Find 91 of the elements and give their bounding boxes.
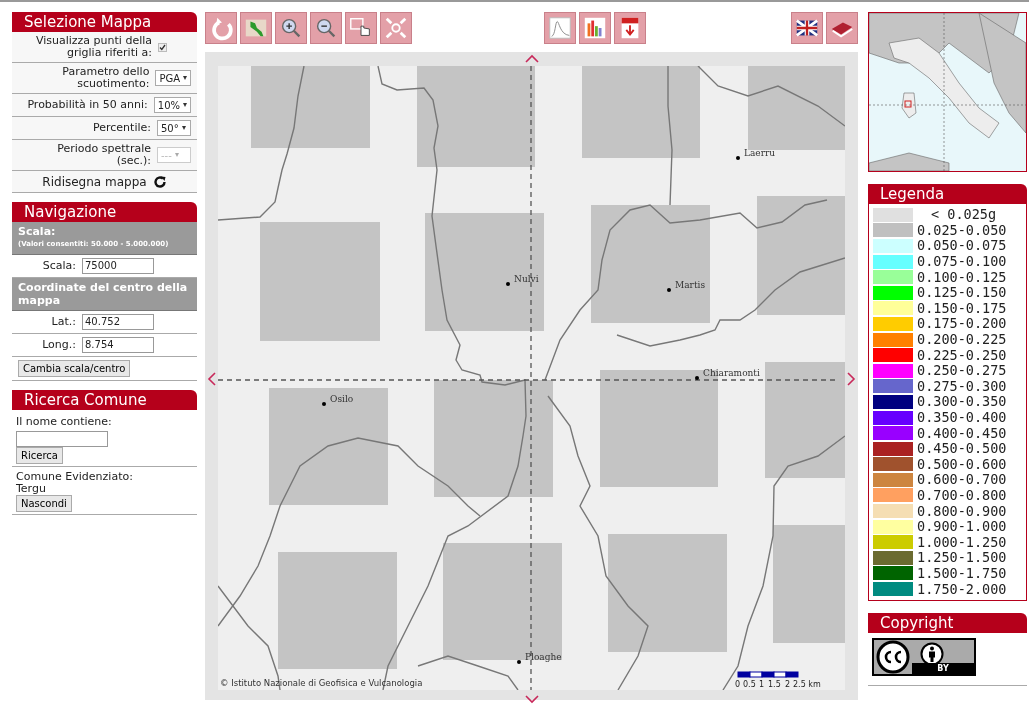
field-label: Lat.: <box>50 316 76 328</box>
town-label: Laerru <box>744 148 776 158</box>
zoom-in-button[interactable] <box>275 12 307 44</box>
hide-button[interactable]: Nascondi <box>16 495 72 512</box>
scale-label: 1.5 <box>768 680 781 689</box>
scale-label: 0.5 <box>743 680 756 689</box>
uk-flag-button[interactable] <box>791 12 823 44</box>
legend-label: 1.750-2.000 <box>917 581 1007 597</box>
pan-arrows-button[interactable] <box>380 12 412 44</box>
legend-label: 0.025-0.050 <box>917 222 1007 238</box>
pdf-download-button[interactable] <box>613 12 646 44</box>
town-label: Chiaramonti <box>703 368 760 378</box>
section-heading: Coordinate del centro della mappa <box>12 278 197 311</box>
attribution-text: © Istituto Nazionale di Geofisica e Vulcanologia <box>220 678 423 688</box>
town-marker <box>517 660 521 664</box>
town-marker <box>506 282 510 286</box>
search-field[interactable] <box>16 430 108 447</box>
legend-label: 0.400-0.450 <box>917 425 1007 441</box>
field-label: Visualizza punti della griglia riferiti a: <box>34 35 152 59</box>
field-label: Long.: <box>41 339 76 351</box>
highlighted-value: Tergu <box>16 483 47 495</box>
book-button[interactable] <box>826 12 858 44</box>
scale-label: 0 <box>735 680 741 689</box>
scale-label: 2 <box>785 680 791 689</box>
chart-button[interactable] <box>543 12 576 44</box>
panel-header: Legenda <box>868 184 1027 204</box>
town-label: Osilo <box>330 394 354 404</box>
town-label: Nulvi <box>514 274 539 284</box>
field-label: Comune Evidenziato: <box>16 471 134 483</box>
legend-label: 0.350-0.400 <box>917 410 1007 425</box>
legend-label: 1.000-1.250 <box>917 534 1007 550</box>
field-label: Probabilità in 50 anni: <box>27 99 148 111</box>
legend-label: 0.125-0.150 <box>917 285 1007 301</box>
badge-label: BY <box>912 662 974 674</box>
scale-label: 2.5 km <box>793 680 821 689</box>
refresh-icon[interactable] <box>152 174 167 189</box>
italy-map-button[interactable] <box>240 12 272 44</box>
legend-label: 0.300-0.350 <box>917 394 1007 410</box>
legend-label: 0.800-0.900 <box>917 503 1007 519</box>
legend-label: 0.150-0.175 <box>917 300 1007 316</box>
change-button[interactable]: Cambia scala/centro <box>18 360 131 377</box>
legend-label: 0.275-0.300 <box>917 378 1007 394</box>
map-canvas[interactable]: Laerru Nulvi Martis Chiaramonti Osilo Ploaghe © Istituto Nazionale di Geofisica e Vulcanologia 0 0.5 1 1.5 2 2.5 km <box>218 66 845 690</box>
license-badge[interactable]: BY <box>872 637 976 676</box>
legend-label: 0.200-0.225 <box>917 332 1007 348</box>
reset-button[interactable] <box>205 12 237 44</box>
cc-icon <box>876 639 910 674</box>
legend-label: < 0.025g <box>930 207 997 223</box>
dropdown[interactable]: 50° <box>157 120 191 136</box>
checkbox[interactable] <box>158 42 167 52</box>
panel-header: Ricerca Comune <box>12 390 197 410</box>
panel-header: Selezione Mappa <box>12 12 197 32</box>
legend-label: 0.700-0.800 <box>917 488 1007 503</box>
field-label: Periodo spettrale (sec.): <box>56 143 151 167</box>
field-label: Parametro dello scuotimento: <box>61 66 150 90</box>
section-heading: Scala: <box>18 225 56 238</box>
input-field[interactable]: 40.752 <box>82 314 154 330</box>
overview-map[interactable] <box>868 12 1027 172</box>
input-field[interactable]: 75000 <box>82 258 154 274</box>
town-label: Ploaghe <box>525 652 562 662</box>
legend-label: 0.100-0.125 <box>917 269 1007 285</box>
legend-label: 1.250-1.500 <box>917 550 1007 566</box>
scale-bar <box>737 671 799 678</box>
legend-label: 1.500-1.750 <box>917 565 1007 581</box>
field-label: Il nome contiene: <box>16 414 113 430</box>
legend-label: 0.075-0.100 <box>917 254 1007 270</box>
legend-label: 0.250-0.275 <box>917 363 1007 379</box>
zoom-out-button[interactable] <box>310 12 342 44</box>
legend-label: 0.900-1.000 <box>917 519 1007 535</box>
legend-label: 0.600-0.700 <box>917 472 1007 488</box>
input-field[interactable]: 8.754 <box>82 337 154 353</box>
legend-label: 0.500-0.600 <box>917 456 1007 472</box>
legend-label: 0.225-0.250 <box>917 347 1007 363</box>
field-label: Percentile: <box>93 122 151 134</box>
scale-label: 1 <box>759 680 765 689</box>
hand-select-button[interactable] <box>345 12 377 44</box>
field-label: Scala: <box>41 260 76 272</box>
legend-label: 0.175-0.200 <box>917 316 1007 332</box>
town-marker <box>667 288 671 292</box>
panel-header: Copyright <box>868 612 1027 633</box>
town-marker <box>695 376 699 380</box>
dropdown[interactable]: PGA <box>155 70 191 86</box>
town-label: Martis <box>675 280 705 290</box>
legend-label: 0.050-0.075 <box>917 238 1007 254</box>
town-marker <box>736 156 740 160</box>
bar-chart-button[interactable] <box>578 12 611 44</box>
chart-icon <box>546 14 573 42</box>
legend-label: 0.450-0.500 <box>917 441 1007 457</box>
dropdown[interactable]: 10% <box>153 97 191 113</box>
town-marker <box>322 402 326 406</box>
panel-header: Navigazione <box>12 202 197 222</box>
